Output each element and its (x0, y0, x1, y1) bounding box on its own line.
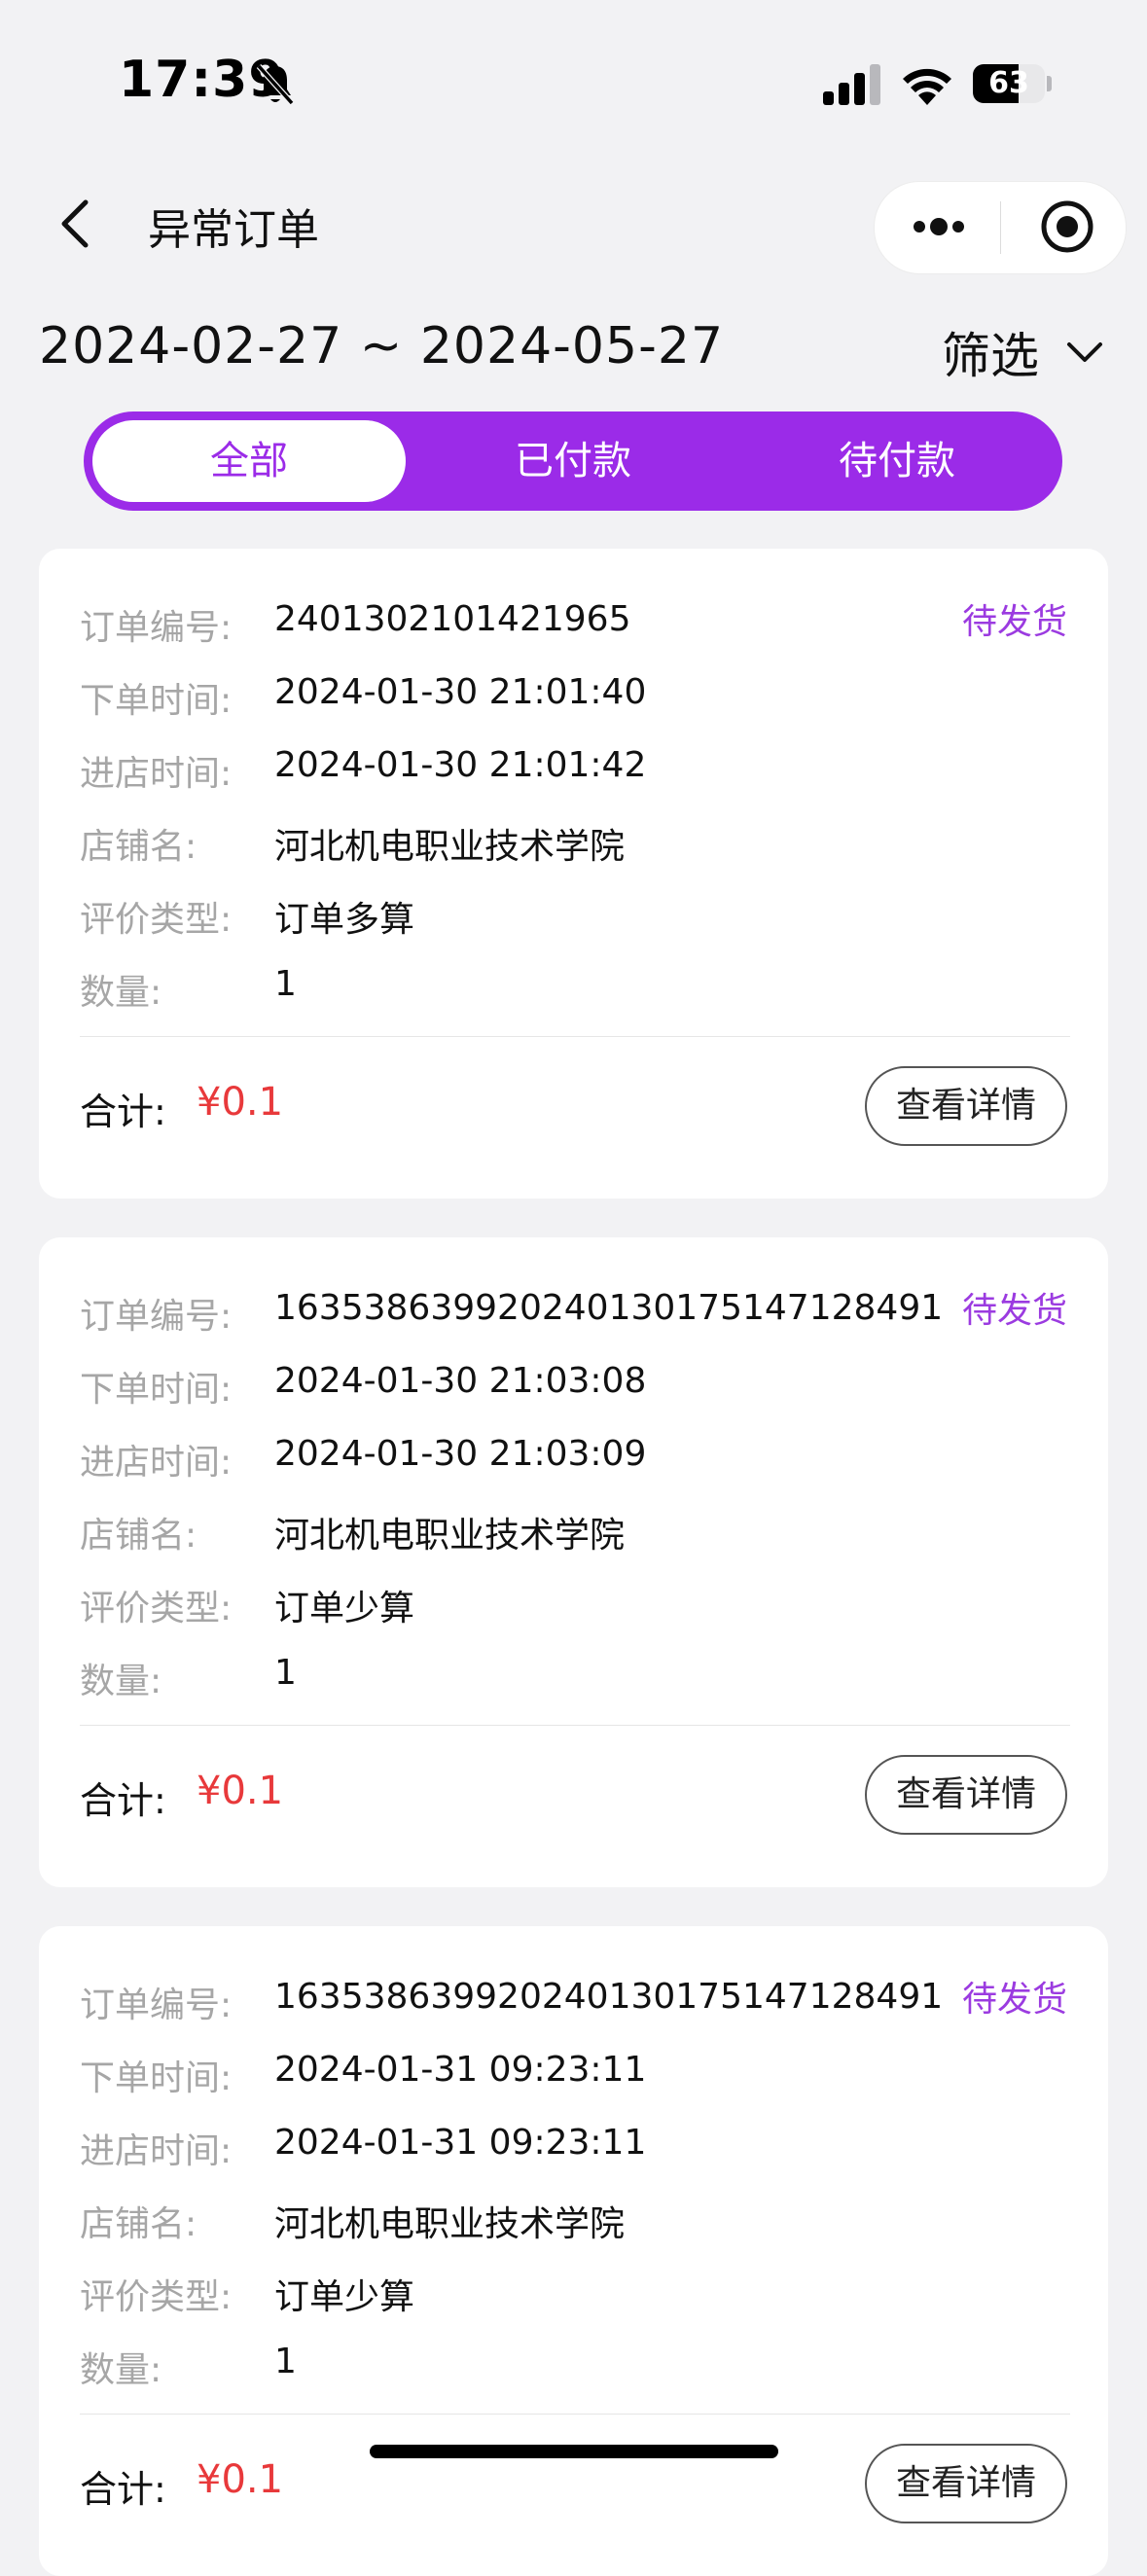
bell-muted-icon (256, 63, 295, 106)
total-amount: ¥0.1 (197, 1769, 284, 1813)
home-indicator (370, 2445, 778, 2458)
cellular-signal-icon (823, 64, 880, 105)
review-type-value: 订单少算 (274, 2277, 415, 2317)
order-card: 订单编号: 2401302101421965 待发货 下单时间: 2024-01… (39, 549, 1108, 1199)
order-no-label: 订单编号: (80, 1297, 233, 1337)
chevron-down-icon (1067, 342, 1103, 362)
review-type-label: 评价类型: (80, 900, 233, 940)
order-time-value: 2024-01-31 09:23:11 (274, 2050, 647, 2090)
date-range[interactable]: 2024-02-27 ~ 2024-05-27 (39, 317, 724, 376)
order-status-tabs: 全部 已付款 待付款 (84, 411, 1062, 511)
battery-tip (1047, 76, 1052, 91)
order-time-label: 下单时间: (80, 1370, 233, 1410)
more-dots-icon[interactable] (910, 207, 968, 246)
order-no-value: 2401302101421965 (274, 599, 631, 639)
review-type-value: 订单少算 (274, 1589, 415, 1628)
order-no-value: 16353863992024013017514712849​1 (274, 1977, 944, 2017)
battery-percent: 63 (988, 66, 1029, 100)
quantity-label: 数量: (80, 973, 162, 1013)
review-type-value: 订单多算 (274, 900, 415, 940)
enter-time-value: 2024-01-30 21:01:42 (274, 745, 647, 785)
shop-label: 店铺名: (80, 1516, 197, 1556)
chevron-left-icon[interactable] (49, 193, 107, 255)
filter-button[interactable]: 筛选 (942, 317, 1104, 384)
order-time-label: 下单时间: (80, 681, 233, 721)
view-detail-button[interactable]: 查看详情 (865, 2444, 1067, 2523)
quantity-value: 1 (274, 964, 297, 1004)
status-bar: 17:39 63 (0, 0, 1147, 146)
card-divider (80, 1036, 1070, 1037)
enter-time-label: 进店时间: (80, 754, 233, 794)
order-no-value: 16353863992024013017514712849​1 (274, 1288, 944, 1328)
shop-value: 河北机电职业技术学院 (274, 827, 626, 867)
enter-time-value: 2024-01-30 21:03:09 (274, 1434, 647, 1474)
total-amount: ¥0.1 (197, 2457, 284, 2502)
order-status-badge: 待发货 (961, 602, 1067, 642)
quantity-value: 1 (274, 2342, 297, 2381)
tab-all[interactable]: 全部 (92, 420, 406, 502)
shop-label: 店铺名: (80, 827, 197, 867)
order-status-badge: 待发货 (961, 1291, 1067, 1331)
order-time-label: 下单时间: (80, 2058, 233, 2098)
shop-value: 河北机电职业技术学院 (274, 1516, 626, 1556)
enter-time-value: 2024-01-31 09:23:11 (274, 2123, 647, 2163)
view-detail-button[interactable]: 查看详情 (865, 1755, 1067, 1835)
review-type-label: 评价类型: (80, 1589, 233, 1628)
order-time-value: 2024-01-30 21:03:08 (274, 1361, 647, 1401)
target-close-icon[interactable] (1038, 197, 1096, 256)
order-card: 订单编号: 16353863992024013017514712849​1 待发… (39, 1926, 1108, 2576)
capsule-divider (1000, 201, 1001, 254)
enter-time-label: 进店时间: (80, 2131, 233, 2171)
order-status-badge: 待发货 (961, 1980, 1067, 2020)
shop-label: 店铺名: (80, 2204, 197, 2244)
filter-label: 筛选 (942, 328, 1039, 384)
order-no-label: 订单编号: (80, 608, 233, 648)
card-divider (80, 2414, 1070, 2415)
order-no-label: 订单编号: (80, 1986, 233, 2025)
quantity-label: 数量: (80, 1662, 162, 1701)
tab-paid[interactable]: 已付款 (416, 420, 730, 502)
nav-bar: 异常订单 (0, 165, 1147, 282)
mini-program-capsule (874, 181, 1127, 274)
view-detail-button[interactable]: 查看详情 (865, 1066, 1067, 1146)
order-card: 订单编号: 16353863992024013017514712849​1 待发… (39, 1237, 1108, 1887)
card-divider (80, 1725, 1070, 1726)
quantity-label: 数量: (80, 2350, 162, 2390)
wifi-icon (903, 68, 951, 105)
shop-value: 河北机电职业技术学院 (274, 2204, 626, 2244)
order-time-value: 2024-01-30 21:01:40 (274, 672, 647, 712)
tab-unpaid[interactable]: 待付款 (740, 420, 1054, 502)
page-title: 异常订单 (148, 205, 319, 255)
quantity-value: 1 (274, 1653, 297, 1693)
review-type-label: 评价类型: (80, 2277, 233, 2317)
total-label: 合计: (80, 1779, 166, 1822)
total-amount: ¥0.1 (197, 1080, 284, 1125)
enter-time-label: 进店时间: (80, 1443, 233, 1483)
total-label: 合计: (80, 1091, 166, 1133)
battery-icon: 63 (973, 64, 1045, 103)
